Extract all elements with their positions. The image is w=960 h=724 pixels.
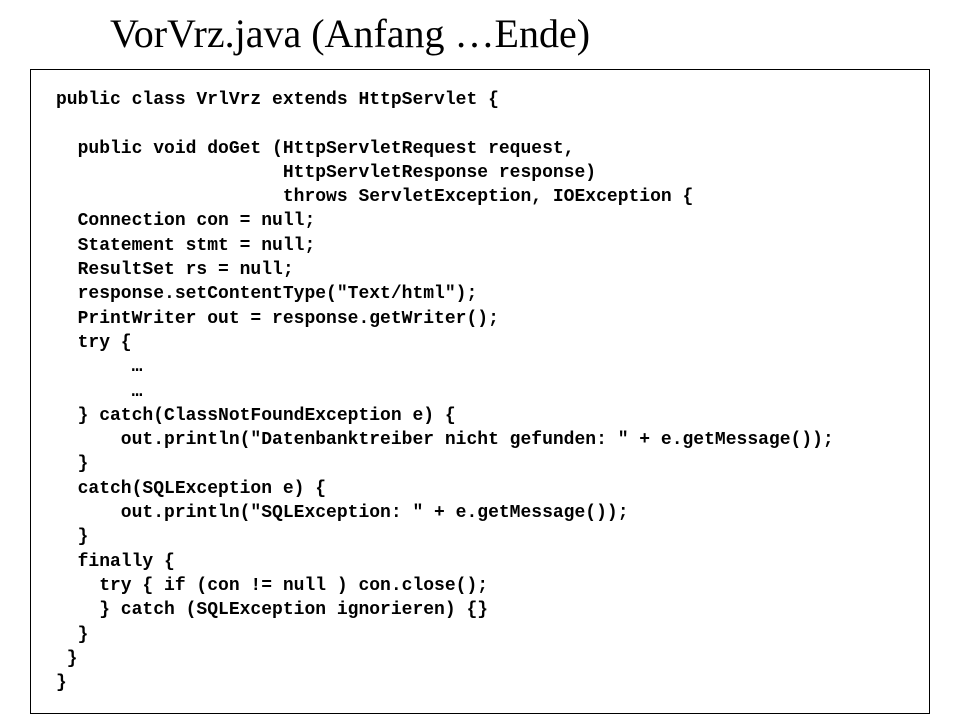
- code-line: }: [56, 673, 67, 693]
- code-line: HttpServletResponse response): [56, 163, 596, 183]
- code-line: Connection con = null;: [56, 211, 315, 231]
- code-line: try {: [56, 333, 132, 353]
- code-line: PrintWriter out = response.getWriter();: [56, 309, 499, 329]
- code-line: out.println("Datenbanktreiber nicht gefu…: [56, 430, 834, 450]
- code-line: catch(SQLException e) {: [56, 479, 326, 499]
- code-line: try { if (con != null ) con.close();: [56, 576, 488, 596]
- code-block: public class VrlVrz extends HttpServlet …: [56, 88, 909, 695]
- code-line: } catch (SQLException ignorieren) {}: [56, 600, 488, 620]
- code-line: }: [56, 649, 78, 669]
- slide-title: VorVrz.java (Anfang …Ende): [110, 10, 930, 57]
- code-line: } catch(ClassNotFoundException e) {: [56, 406, 456, 426]
- code-line: response.setContentType("Text/html");: [56, 284, 477, 304]
- code-line: out.println("SQLException: " + e.getMess…: [56, 503, 629, 523]
- code-line: throws ServletException, IOException {: [56, 187, 693, 207]
- code-line: public void doGet (HttpServletRequest re…: [56, 139, 574, 159]
- slide-container: VorVrz.java (Anfang …Ende) public class …: [0, 0, 960, 724]
- code-line: finally {: [56, 552, 175, 572]
- code-line: …: [56, 382, 142, 402]
- code-line: ResultSet rs = null;: [56, 260, 294, 280]
- code-line: …: [56, 357, 142, 377]
- code-line: Statement stmt = null;: [56, 236, 315, 256]
- code-line: }: [56, 625, 88, 645]
- code-box: public class VrlVrz extends HttpServlet …: [30, 69, 930, 714]
- code-line: public class VrlVrz extends HttpServlet …: [56, 90, 499, 110]
- code-line: }: [56, 454, 88, 474]
- code-line: }: [56, 527, 88, 547]
